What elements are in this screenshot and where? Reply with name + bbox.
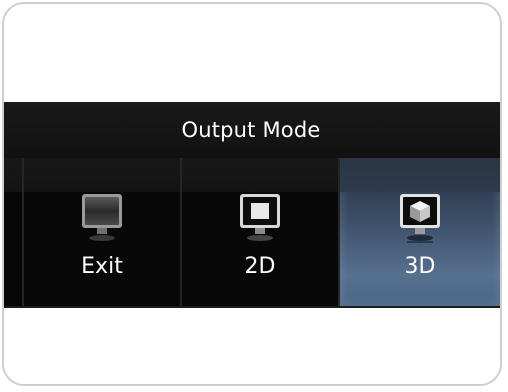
monitor-3d-cube-icon xyxy=(400,194,440,243)
exit-label: Exit xyxy=(81,254,123,279)
screenshot-frame: Output Mode Exit 2D 3D xyxy=(2,2,502,386)
2d-label: 2D xyxy=(244,254,276,279)
output-mode-panel: Output Mode Exit 2D 3D xyxy=(4,102,502,308)
tile-separator xyxy=(500,158,502,308)
3d-button[interactable]: 3D xyxy=(340,158,500,308)
monitor-2d-icon xyxy=(240,194,280,241)
offscreen-tile-left xyxy=(4,158,22,308)
monitor-blank-icon xyxy=(82,194,122,241)
dialog-title: Output Mode xyxy=(181,118,321,142)
exit-button[interactable]: Exit xyxy=(24,158,180,308)
title-bar: Output Mode xyxy=(4,102,500,159)
mode-button-row: Exit 2D 3D xyxy=(4,158,502,308)
3d-label: 3D xyxy=(404,254,436,279)
panel-bottom-edge xyxy=(4,306,500,308)
2d-button[interactable]: 2D xyxy=(182,158,338,308)
